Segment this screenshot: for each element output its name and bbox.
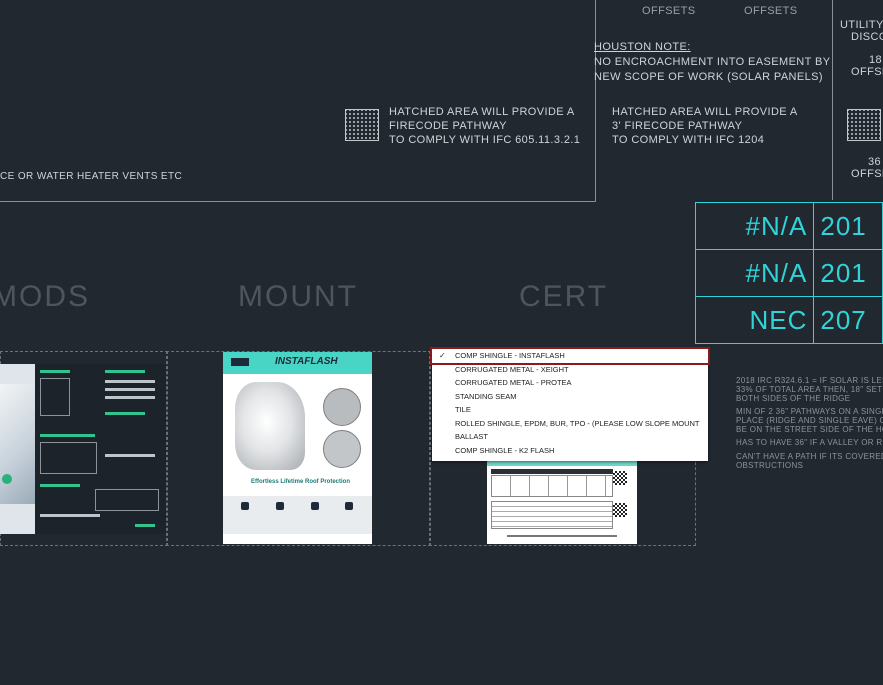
dropdown-option-corrugated-metal-xeight[interactable]: CORRUGATED METAL - XEIGHT (432, 363, 708, 377)
mount-type-dropdown[interactable]: ✓ COMP SHINGLE - INSTAFLASH CORRUGATED M… (430, 347, 710, 461)
side-note-2-line2: PLACE (RIDGE AND SINGLE EAVE) ONE HAS (736, 416, 883, 425)
spec-drawing (40, 378, 70, 416)
side-note-4-line1: CAN'T HAVE A PATH IF ITS COVERED IN (736, 452, 883, 461)
hatch1-line2: FIRECODE PATHWAY (389, 120, 507, 132)
side-note-3-line1: HAS TO HAVE 36" IF A VALLEY OR RIDGE (736, 438, 883, 447)
offsets-label-right: OFFSETS (744, 5, 798, 17)
dropdown-option-rolled-shingle[interactable]: ROLLED SHINGLE, EPDM, BUR, TPO - (PLEASE… (432, 417, 708, 431)
option-label: STANDING SEAM (455, 391, 517, 401)
spec-chart (40, 442, 97, 474)
spec-table (95, 489, 159, 511)
feature-icon (241, 502, 249, 510)
option-label: COMP SHINGLE - INSTAFLASH (455, 351, 565, 360)
cert-table-2 (491, 501, 613, 529)
hatch2-line2: 3' FIRECODE PATHWAY (612, 120, 743, 132)
cert-datasheet-thumbnail[interactable] (487, 461, 637, 544)
option-label: BALLAST (455, 432, 488, 441)
hatch1-line1: HATCHED AREA WILL PROVIDE A (389, 106, 575, 118)
side-note-1-line3: BOTH SIDES OF THE RIDGE (736, 394, 851, 403)
mount-brand-label: INSTAFLASH (275, 356, 338, 367)
frame-line-right2 (832, 0, 833, 200)
code-reference-table: #N/A 201 #N/A 201 NEC 207 (694, 202, 883, 344)
spec-row (105, 388, 155, 391)
option-label: CORRUGATED METAL - PROTEA (455, 378, 572, 387)
year-cell: 207 (813, 296, 883, 344)
hatch2-line1: HATCHED AREA WILL PROVIDE A (612, 106, 798, 118)
mount-logo-icon (231, 358, 249, 366)
hatch-legend-icon (345, 109, 379, 141)
option-label: TILE (455, 405, 471, 414)
houston-note-line2: NEW SCOPE OF WORK (SOLAR PANELS) (594, 71, 823, 83)
section-label-mount: MOUNT (238, 280, 358, 313)
option-label: CORRUGATED METAL - XEIGHT (455, 364, 569, 374)
hatch-legend-icon-right (847, 109, 881, 141)
mount-product-image (235, 382, 305, 470)
spec-row (40, 370, 70, 373)
offset-18-label: OFFSE (851, 66, 883, 78)
frame-line-right (595, 0, 596, 202)
solar-panel-image (0, 384, 35, 504)
feature-icon (276, 502, 284, 510)
section-label-mods: MODS (0, 280, 90, 313)
dropdown-option-corrugated-metal-protea[interactable]: CORRUGATED METAL - PROTEA (432, 376, 708, 390)
detail-circle-1 (323, 388, 361, 426)
side-note-4-line2: OBSTRUCTIONS (736, 461, 804, 470)
mount-headline: Effortless Lifetime Roof Protection (251, 479, 351, 485)
spec-row (105, 370, 145, 373)
module-badge-icon (2, 474, 12, 484)
dropdown-option-standing-seam[interactable]: STANDING SEAM (432, 390, 708, 404)
disco-label: DISCO (851, 31, 883, 43)
offset-36-label: OFFSE (851, 168, 883, 180)
hatch2-line3: TO COMPLY WITH IFC 1204 (612, 134, 765, 146)
spec-row (105, 454, 155, 457)
cert-footer (507, 535, 617, 537)
code-cell: #N/A (694, 202, 815, 250)
spec-row (40, 434, 95, 437)
qr-code-icon (613, 471, 627, 485)
spec-row (40, 514, 100, 517)
detail-circle-2 (323, 430, 361, 468)
feature-icon (311, 502, 319, 510)
dropdown-option-ballast[interactable]: BALLAST (432, 430, 708, 444)
qr-code-icon (613, 503, 627, 517)
spec-row (105, 396, 155, 399)
houston-note-line1: NO ENCROACHMENT INTO EASEMENT BY (594, 56, 831, 68)
spec-row (105, 412, 145, 415)
module-datasheet-thumbnail[interactable] (0, 364, 35, 534)
year-cell: 201 (813, 202, 883, 250)
cert-sheet-header (487, 461, 637, 466)
code-cell: #N/A (694, 249, 815, 297)
side-note-1-line1: 2018 IRC R324.6.1 = IF SOLAR IS LESS TH (736, 376, 883, 385)
section-label-cert: CERT (519, 280, 609, 313)
spec-row (40, 484, 80, 487)
cert-table-header (491, 469, 613, 474)
checkmark-icon: ✓ (439, 351, 446, 360)
offsets-label-left: OFFSETS (642, 5, 696, 17)
option-label: COMP SHINGLE - K2 FLASH (455, 445, 555, 455)
frame-line-bottom (0, 201, 596, 202)
year-cell: 201 (813, 249, 883, 297)
spec-row (135, 524, 155, 527)
hatch1-line3: TO COMPLY WITH IFC 605.11.3.2.1 (389, 134, 581, 146)
dropdown-option-comp-shingle-instaflash[interactable]: ✓ COMP SHINGLE - INSTAFLASH (430, 347, 710, 365)
side-note-2-line3: BE ON THE STREET SIDE OF THE HOUSE (736, 425, 883, 434)
table-row: NEC 207 (694, 296, 883, 344)
houston-note-title: HOUSTON NOTE: (594, 41, 691, 53)
table-row: #N/A 201 (694, 202, 883, 250)
dropdown-option-comp-shingle-k2-flash[interactable]: COMP SHINGLE - K2 FLASH (432, 444, 708, 458)
feature-icon (345, 502, 353, 510)
vents-note: CE OR WATER HEATER VENTS ETC (0, 171, 183, 182)
side-note-2-line1: MIN OF 2 36" PATHWAYS ON A SINGLE RO (736, 407, 883, 416)
cert-table (491, 475, 613, 497)
mount-datasheet-thumbnail[interactable]: INSTAFLASH Effortless Lifetime Roof Prot… (223, 352, 372, 544)
code-cell: NEC (694, 296, 815, 344)
option-label: ROLLED SHINGLE, EPDM, BUR, TPO - (PLEASE… (455, 418, 700, 428)
spec-row (105, 380, 155, 383)
module-datasheet-specs[interactable] (35, 364, 166, 534)
table-row: #N/A 201 (694, 249, 883, 297)
dropdown-option-tile[interactable]: TILE (432, 403, 708, 417)
side-note-1-line2: 33% OF TOTAL AREA THEN, 18" SETBACKS (736, 385, 883, 394)
